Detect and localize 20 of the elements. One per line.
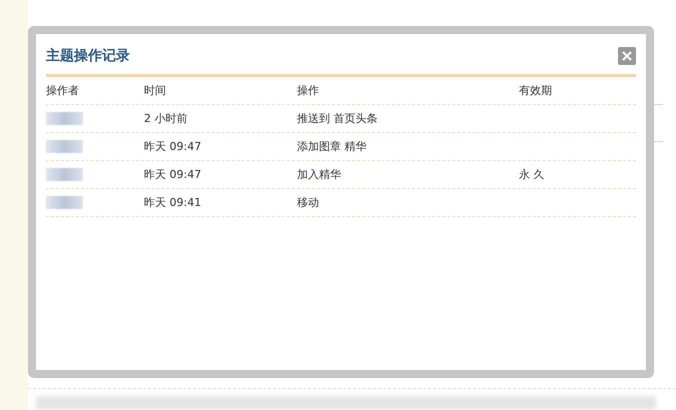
column-header: 操作 — [297, 83, 320, 98]
action-cell-text: 移动 — [297, 195, 320, 210]
blurred-username — [46, 168, 83, 181]
blurred-username — [46, 140, 83, 153]
time-cell-text: 2 小时前 — [144, 111, 188, 126]
action-cell-text: 添加图章 精华 — [297, 139, 368, 154]
action-cell-text: 推送到 首页头条 — [297, 111, 378, 126]
close-button[interactable] — [618, 46, 636, 64]
time-cell-text: 昨天 09:47 — [144, 139, 202, 154]
close-icon — [622, 50, 632, 60]
column-header: 操作者 — [46, 83, 80, 98]
time-cell-text: 昨天 09:47 — [144, 167, 202, 182]
action-cell-text: 加入精华 — [297, 167, 342, 182]
column-header: 时间 — [144, 83, 167, 98]
time-cell-text: 昨天 09:41 — [144, 195, 202, 210]
column-header: 有效期 — [519, 83, 553, 98]
blurred-username — [46, 112, 83, 125]
dialog-title: 主题操作记录 — [46, 46, 130, 64]
blurred-username — [46, 196, 83, 209]
validity-cell-text: 永 久 — [519, 167, 546, 182]
